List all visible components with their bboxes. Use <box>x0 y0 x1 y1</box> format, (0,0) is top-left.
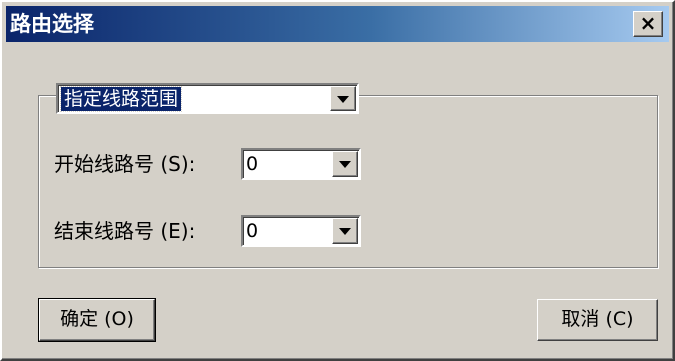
end-line-label: 结束线路号 (E): <box>54 219 196 243</box>
ok-button[interactable]: 确定 (O) <box>38 298 156 342</box>
ok-button-label: 确定 (O) <box>60 308 134 330</box>
start-line-dropdown-button[interactable] <box>332 151 358 177</box>
range-mode-dropdown-button[interactable] <box>330 86 356 111</box>
title-bar[interactable]: 路由选择 × <box>6 6 669 42</box>
start-line-select[interactable]: 0 <box>241 148 361 180</box>
end-line-select[interactable]: 0 <box>241 215 361 247</box>
close-icon: × <box>639 11 657 35</box>
range-mode-value: 指定线路范围 <box>59 86 183 112</box>
dialog-title: 路由选择 <box>10 12 94 36</box>
range-mode-select[interactable]: 指定线路范围 <box>56 83 359 114</box>
cancel-button[interactable]: 取消 (C) <box>537 299 658 341</box>
end-line-dropdown-button[interactable] <box>332 218 358 244</box>
end-line-value: 0 <box>246 220 259 242</box>
close-button[interactable]: × <box>633 11 663 37</box>
start-line-value: 0 <box>246 153 259 175</box>
cancel-button-label: 取消 (C) <box>561 308 634 330</box>
start-line-label: 开始线路号 (S): <box>54 152 196 176</box>
route-select-dialog: 路由选择 × 指定线路范围 开始线路号 (S): 0 结束线路号 (E): 0 … <box>0 0 675 361</box>
